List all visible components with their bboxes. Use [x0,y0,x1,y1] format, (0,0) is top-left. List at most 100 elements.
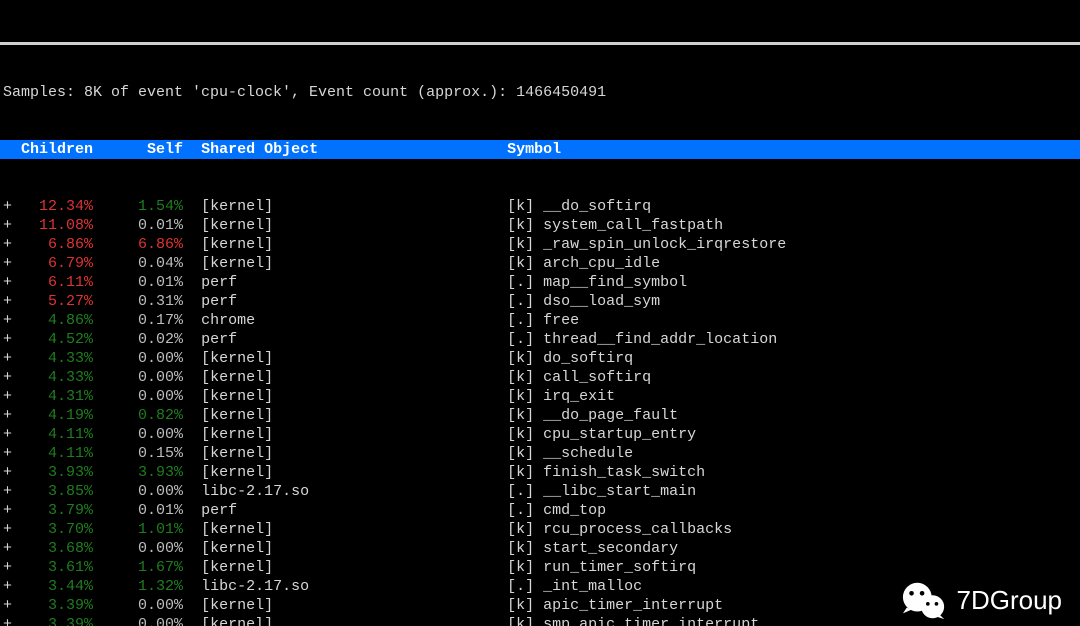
expand-toggle[interactable]: + [3,312,12,329]
expand-toggle[interactable]: + [3,274,12,291]
shared-object: [kernel] [201,217,507,234]
expand-toggle[interactable]: + [3,578,12,595]
shared-object: [kernel] [201,616,507,626]
perf-row[interactable]: + 3.93% 3.93% [kernel] [k] finish_task_s… [0,463,1080,482]
self-pct: 1.54% [93,198,183,215]
self-pct: 0.31% [93,293,183,310]
symbol-tag: [k] [507,540,534,557]
expand-toggle[interactable]: + [3,407,12,424]
perf-row[interactable]: + 3.85% 0.00% libc-2.17.so [.] __libc_st… [0,482,1080,501]
perf-row[interactable]: + 4.33% 0.00% [kernel] [k] do_softirq [0,349,1080,368]
perf-row[interactable]: + 4.19% 0.82% [kernel] [k] __do_page_fau… [0,406,1080,425]
self-pct: 1.32% [93,578,183,595]
perf-row[interactable]: + 4.11% 0.15% [kernel] [k] __schedule [0,444,1080,463]
symbol-name: __libc_start_main [543,483,696,500]
self-pct: 0.00% [93,597,183,614]
expand-toggle[interactable]: + [3,540,12,557]
expand-toggle[interactable]: + [3,521,12,538]
self-pct: 0.00% [93,426,183,443]
shared-object: chrome [201,312,507,329]
symbol-tag: [.] [507,312,534,329]
expand-toggle[interactable]: + [3,502,12,519]
shared-object: [kernel] [201,388,507,405]
symbol-tag: [.] [507,483,534,500]
perf-row[interactable]: + 5.27% 0.31% perf [.] dso__load_sym [0,292,1080,311]
shared-object: [kernel] [201,407,507,424]
perf-rows[interactable]: + 12.34% 1.54% [kernel] [k] __do_softirq… [0,197,1080,626]
samples-summary: Samples: 8K of event 'cpu-clock', Event … [0,83,1080,102]
expand-toggle[interactable]: + [3,426,12,443]
symbol-name: _raw_spin_unlock_irqrestore [543,236,786,253]
perf-row[interactable]: + 6.86% 6.86% [kernel] [k] _raw_spin_unl… [0,235,1080,254]
shared-object: [kernel] [201,445,507,462]
self-pct: 1.01% [93,521,183,538]
children-pct: 6.79% [12,255,93,272]
perf-row[interactable]: + 3.44% 1.32% libc-2.17.so [.] _int_mall… [0,577,1080,596]
self-pct: 0.04% [93,255,183,272]
symbol-tag: [k] [507,217,534,234]
expand-toggle[interactable]: + [3,331,12,348]
perf-row[interactable]: + 4.52% 0.02% perf [.] thread__find_addr… [0,330,1080,349]
perf-row[interactable]: + 11.08% 0.01% [kernel] [k] system_call_… [0,216,1080,235]
expand-toggle[interactable]: + [3,236,12,253]
symbol-name: dso__load_sym [543,293,660,310]
shared-object: [kernel] [201,521,507,538]
shared-object: [kernel] [201,198,507,215]
children-pct: 4.52% [12,331,93,348]
perf-row[interactable]: + 3.79% 0.01% perf [.] cmd_top [0,501,1080,520]
expand-toggle[interactable]: + [3,255,12,272]
symbol-name: irq_exit [543,388,615,405]
perf-row[interactable]: + 6.11% 0.01% perf [.] map__find_symbol [0,273,1080,292]
perf-row[interactable]: + 3.70% 1.01% [kernel] [k] rcu_process_c… [0,520,1080,539]
expand-toggle[interactable]: + [3,198,12,215]
symbol-tag: [.] [507,293,534,310]
symbol-tag: [k] [507,407,534,424]
perf-row[interactable]: + 3.39% 0.00% [kernel] [k] apic_timer_in… [0,596,1080,615]
self-pct: 0.00% [93,616,183,626]
shared-object: [kernel] [201,255,507,272]
expand-toggle[interactable]: + [3,350,12,367]
expand-toggle[interactable]: + [3,369,12,386]
perf-row[interactable]: + 3.61% 1.67% [kernel] [k] run_timer_sof… [0,558,1080,577]
expand-toggle[interactable]: + [3,293,12,310]
header-shared-object: Shared Object [201,141,318,158]
symbol-name: run_timer_softirq [543,559,696,576]
symbol-tag: [k] [507,350,534,367]
perf-row[interactable]: + 6.79% 0.04% [kernel] [k] arch_cpu_idle [0,254,1080,273]
perf-row[interactable]: + 4.31% 0.00% [kernel] [k] irq_exit [0,387,1080,406]
children-pct: 4.33% [12,350,93,367]
perf-top-terminal[interactable]: Samples: 8K of event 'cpu-clock', Event … [0,0,1080,626]
symbol-tag: [k] [507,597,534,614]
expand-toggle[interactable]: + [3,464,12,481]
self-pct: 0.02% [93,331,183,348]
expand-toggle[interactable]: + [3,483,12,500]
shared-object: [kernel] [201,236,507,253]
expand-toggle[interactable]: + [3,616,12,626]
symbol-tag: [k] [507,198,534,215]
children-pct: 3.61% [12,559,93,576]
symbol-tag: [k] [507,369,534,386]
perf-row[interactable]: + 12.34% 1.54% [kernel] [k] __do_softirq [0,197,1080,216]
perf-row[interactable]: + 4.11% 0.00% [kernel] [k] cpu_startup_e… [0,425,1080,444]
perf-row[interactable]: + 4.86% 0.17% chrome [.] free [0,311,1080,330]
expand-toggle[interactable]: + [3,388,12,405]
self-pct: 0.00% [93,369,183,386]
symbol-tag: [k] [507,464,534,481]
shared-object: [kernel] [201,464,507,481]
perf-row[interactable]: + 3.39% 0.00% [kernel] [k] smp_apic_time… [0,615,1080,626]
perf-row[interactable]: + 4.33% 0.00% [kernel] [k] call_softirq [0,368,1080,387]
symbol-tag: [.] [507,274,534,291]
self-pct: 6.86% [93,236,183,253]
symbol-tag: [.] [507,502,534,519]
perf-row[interactable]: + 3.68% 0.00% [kernel] [k] start_seconda… [0,539,1080,558]
column-headers: Children Self Shared Object Symbol [0,140,1080,159]
symbol-name: smp_apic_timer_interrupt [543,616,759,626]
symbol-tag: [k] [507,445,534,462]
expand-toggle[interactable]: + [3,445,12,462]
symbol-name: call_softirq [543,369,651,386]
expand-toggle[interactable]: + [3,559,12,576]
children-pct: 4.86% [12,312,93,329]
symbol-tag: [k] [507,521,534,538]
expand-toggle[interactable]: + [3,217,12,234]
expand-toggle[interactable]: + [3,597,12,614]
